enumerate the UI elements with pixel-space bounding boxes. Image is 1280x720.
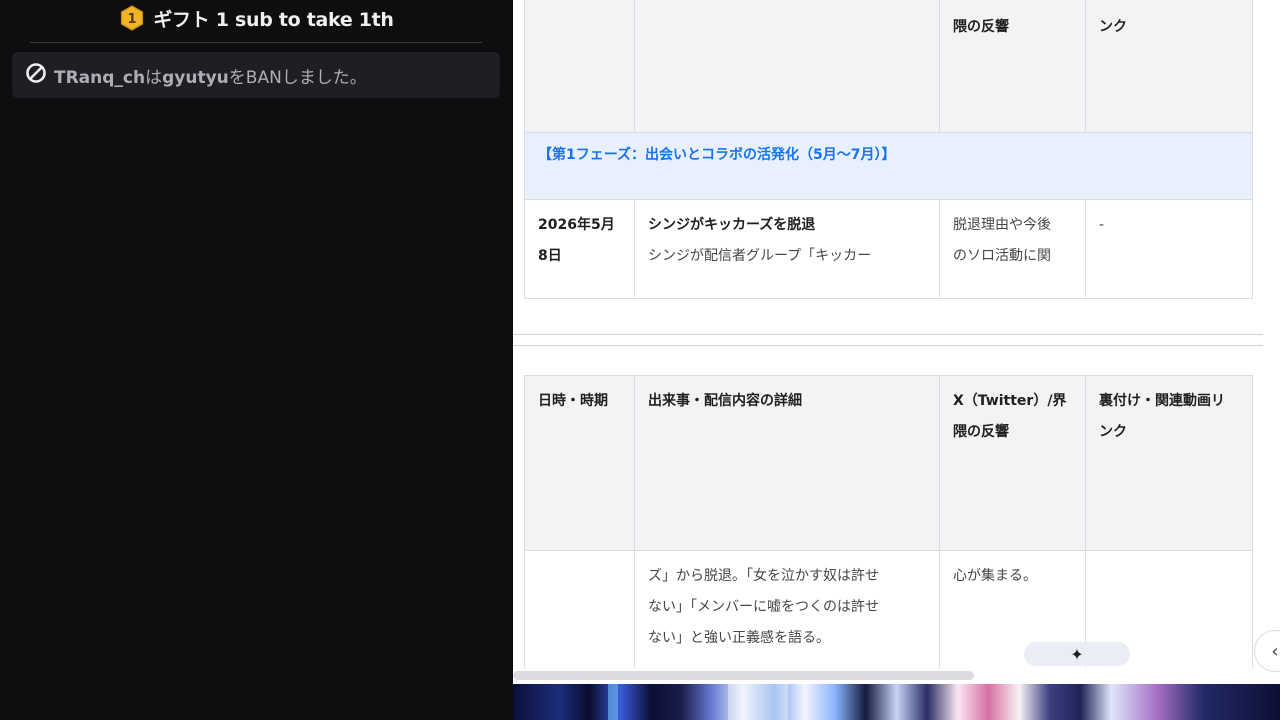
chat-divider xyxy=(30,42,482,43)
table-row: ズ」から脱退。「女を泣かす奴は許せ ない」「メンバーに嘘をつくのは許せ ない」と… xyxy=(524,550,1253,684)
ban-icon xyxy=(25,62,47,89)
sparkle-icon: ✦ xyxy=(1070,644,1084,664)
date-cell: 2026年5月 8日 xyxy=(524,199,635,299)
light-streak xyxy=(728,684,788,720)
table-header-row: 隈の反響 ンク xyxy=(524,0,1253,133)
gift-badge-icon: 1 xyxy=(119,5,145,31)
event-detail: シンジが配信者グループ「キッカー xyxy=(648,248,872,264)
event-title: シンジがキッカーズを脱退 xyxy=(648,217,816,233)
page-break-line xyxy=(513,334,1263,335)
gift-badge-number: 1 xyxy=(128,12,137,27)
header-cell-reaction: 隈の反響 xyxy=(939,0,1086,133)
stream-video-preview xyxy=(513,684,1280,720)
header-cell xyxy=(524,0,635,133)
header-reaction: X（Twitter）/界 隈の反響 xyxy=(939,375,1086,551)
date-cell xyxy=(524,550,635,684)
document-panel: 隈の反響 ンク 【第1フェーズ：出会いとコラボの活発化（5月〜7月）】 2026… xyxy=(513,0,1280,684)
header-date: 日時・時期 xyxy=(524,375,635,551)
ban-notification: TRanq_chはgyutyuをBANしました。 xyxy=(12,52,500,98)
gift-announcement: 1 ギフト 1 sub to take 1th xyxy=(0,0,513,36)
link-cell: - xyxy=(1085,199,1253,299)
table-header-row: 日時・時期 出来事・配信内容の詳細 X（Twitter）/界 隈の反響 裏付け・… xyxy=(524,375,1253,551)
ban-connector: は xyxy=(145,67,163,88)
moderator-username[interactable]: TRanq_ch xyxy=(54,68,145,88)
header-link: 裏付け・関連動画リ ンク xyxy=(1085,375,1253,551)
page-break-line xyxy=(513,345,1263,346)
phase-label: 【第1フェーズ：出会いとコラボの活発化（5月〜7月）】 xyxy=(524,132,1253,200)
chat-panel: 1 ギフト 1 sub to take 1th TRanq_chはgyutyuを… xyxy=(0,0,513,720)
side-panel-toggle[interactable]: ‹ xyxy=(1254,630,1280,672)
detail-cell: シンジがキッカーズを脱退 シンジが配信者グループ「キッカー xyxy=(634,199,940,299)
timeline-table-top: 隈の反響 ンク 【第1フェーズ：出会いとコラボの活発化（5月〜7月）】 2026… xyxy=(524,0,1253,299)
header-cell xyxy=(634,0,940,133)
reaction-cell: 脱退理由や今後 のソロ活動に関 xyxy=(939,199,1086,299)
light-streak xyxy=(608,684,618,720)
gift-text: ギフト 1 sub to take 1th xyxy=(153,8,394,31)
phase-row: 【第1フェーズ：出会いとコラボの活発化（5月〜7月）】 xyxy=(524,132,1253,200)
horizontal-scrollbar-thumb[interactable] xyxy=(513,671,974,680)
header-cell-link: ンク xyxy=(1085,0,1253,133)
chevron-left-icon: ‹ xyxy=(1271,640,1279,662)
header-detail: 出来事・配信内容の詳細 xyxy=(634,375,940,551)
table-row: 2026年5月 8日 シンジがキッカーズを脱退 シンジが配信者グループ「キッカー… xyxy=(524,199,1253,299)
ai-assist-button[interactable]: ✦ xyxy=(1024,642,1130,666)
ban-suffix: をBANしました。 xyxy=(228,67,367,88)
banned-username[interactable]: gyutyu xyxy=(162,68,229,88)
timeline-table-bottom: 日時・時期 出来事・配信内容の詳細 X（Twitter）/界 隈の反響 裏付け・… xyxy=(524,375,1253,684)
detail-cell: ズ」から脱退。「女を泣かす奴は許せ ない」「メンバーに嘘をつくのは許せ ない」と… xyxy=(634,550,940,684)
